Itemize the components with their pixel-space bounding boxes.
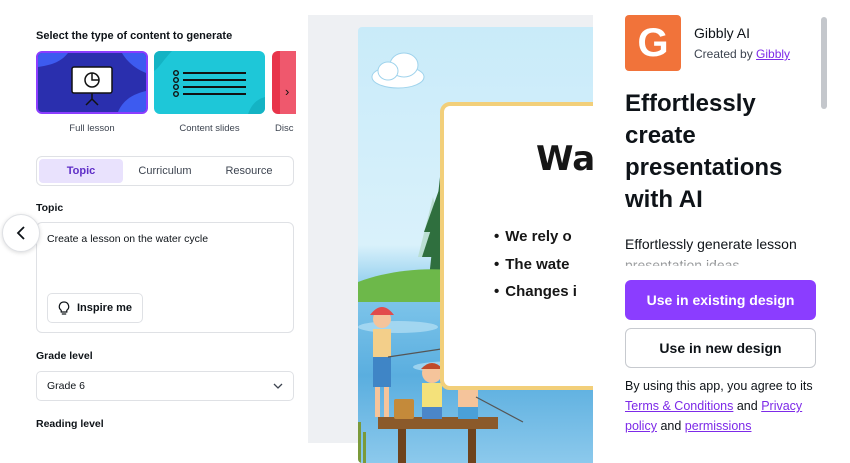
topic-label: Topic <box>36 202 64 214</box>
back-button[interactable] <box>2 214 40 252</box>
app-name: Gibbly AI <box>694 25 751 41</box>
terms-and: and <box>736 399 758 413</box>
card-label-full-lesson: Full lesson <box>69 123 115 134</box>
created-by-prefix: Created by <box>694 47 753 61</box>
input-mode-tabs: Topic Curriculum Resource <box>36 156 294 186</box>
cards-next-chevron-icon[interactable]: › <box>285 84 289 99</box>
slide-preview-image: Wa We rely o The wate Changes i <box>358 27 598 463</box>
slide-bullets: We rely o The wate Changes i <box>494 223 577 306</box>
slide-title: Wa <box>536 139 596 179</box>
lightbulb-icon <box>58 300 70 315</box>
content-type-title: Select the type of content to generate <box>36 30 233 42</box>
terms-and-2: and <box>660 419 682 433</box>
card-label-discussion: Disc <box>275 123 294 134</box>
scrollbar-thumb[interactable] <box>821 17 827 109</box>
topic-input[interactable]: Create a lesson on the water cycle Inspi… <box>36 222 294 333</box>
creator-link[interactable]: Gibbly <box>756 47 790 61</box>
slide-bullet: We rely o <box>494 223 577 251</box>
app-window: Select the type of content to generate F… <box>0 0 850 463</box>
chevron-left-icon <box>16 226 25 240</box>
tab-resource[interactable]: Resource <box>207 159 291 183</box>
grade-level-value: Grade 6 <box>47 380 85 392</box>
slide-bullet: Changes i <box>494 278 577 306</box>
chevron-down-icon <box>273 383 283 389</box>
permissions-link[interactable]: permissions <box>685 419 752 433</box>
terms-notice: By using this app, you agree to its Term… <box>625 376 825 436</box>
content-type-content-slides[interactable] <box>154 51 265 114</box>
terms-link[interactable]: Terms & Conditions <box>625 399 733 413</box>
inspire-me-label: Inspire me <box>77 302 133 314</box>
list-lines-icon <box>154 51 265 114</box>
slide-bullet: The wate <box>494 251 577 279</box>
discussion-icon <box>280 51 296 114</box>
created-by: Created by Gibbly <box>694 47 790 61</box>
tab-curriculum[interactable]: Curriculum <box>123 159 207 183</box>
description-fade <box>593 250 819 274</box>
terms-prefix: By using this app, you agree to its <box>625 379 813 393</box>
app-headline: Effortlessly create presentations with A… <box>625 90 783 213</box>
generator-panel: Select the type of content to generate F… <box>0 0 308 463</box>
grade-level-select[interactable]: Grade 6 <box>36 371 294 401</box>
content-type-full-lesson[interactable] <box>36 51 148 114</box>
topic-input-value: Create a lesson on the water cycle <box>47 233 209 245</box>
use-in-new-design-button[interactable]: Use in new design <box>625 328 816 368</box>
card-label-content-slides: Content slides <box>179 123 240 134</box>
inspire-me-button[interactable]: Inspire me <box>47 293 144 323</box>
tab-topic[interactable]: Topic <box>39 159 123 183</box>
grade-level-label: Grade level <box>36 350 93 362</box>
reading-level-label: Reading level <box>36 418 104 430</box>
app-info-panel: G Gibbly AI Created by Gibbly Effortless… <box>593 0 850 463</box>
presentation-board-icon <box>38 53 146 112</box>
use-in-existing-design-button[interactable]: Use in existing design <box>625 280 816 320</box>
gibbly-logo: G <box>625 15 681 71</box>
content-type-discussion[interactable] <box>272 51 296 114</box>
